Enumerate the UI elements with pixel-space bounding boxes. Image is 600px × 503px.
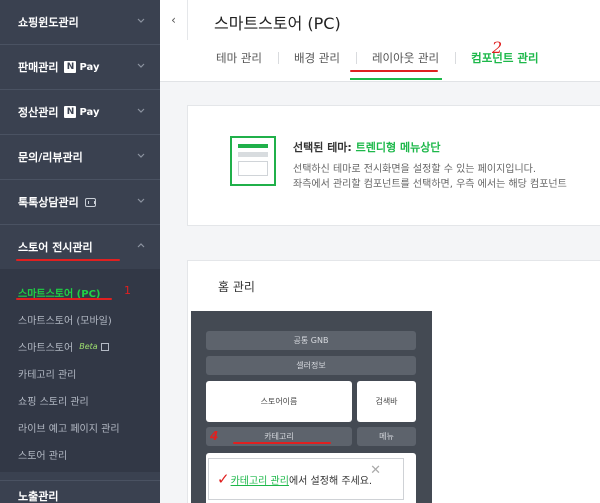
submenu-item-smartstore-beta[interactable]: 스마트스토어 Beta	[0, 333, 160, 360]
category-manage-link[interactable]: 카테고리 관리	[231, 472, 289, 487]
beta-badge: Beta	[79, 342, 98, 351]
selected-theme-card: 선택된 테마: 트렌디형 메뉴상단 선택하신 테마로 전시화면을 설정할 수 있…	[187, 105, 600, 226]
chevron-down-icon	[137, 153, 145, 158]
sidebar-item-label: 문의/리뷰관리	[18, 151, 83, 164]
component-seller-info[interactable]: 셀러정보	[206, 356, 416, 375]
chevron-down-icon	[137, 198, 145, 203]
sidebar-item-exposure[interactable]: 노출관리	[0, 480, 160, 503]
annotation-number: 1	[124, 284, 131, 297]
collapse-sidebar-button[interactable]: ‹	[160, 0, 188, 40]
sidebar-item-shopping-window[interactable]: 쇼핑윈도관리	[0, 0, 160, 45]
sidebar-item-label: 정산관리	[18, 106, 59, 119]
sidebar-item-label: 쇼핑윈도관리	[18, 16, 79, 29]
active-tab-indicator	[350, 78, 442, 80]
npay-n-icon: N	[64, 61, 77, 73]
component-gnb[interactable]: 공통 GNB	[206, 331, 416, 350]
check-mark-icon: ✓	[217, 470, 230, 488]
annotation-number: 4	[210, 429, 219, 443]
submenu-item-smartstore-mobile[interactable]: 스마트스토어 (모바일)	[0, 306, 160, 333]
sidebar-item-sales[interactable]: 판매관리 N Pay	[0, 45, 160, 90]
sidebar-item-settlement[interactable]: 정산관리 N Pay	[0, 90, 160, 135]
home-manage-card: 홈 관리 공통 GNB 셀러정보 스토어이름 검색바 카테고리 메뉴 4 ✓ 카…	[187, 260, 600, 503]
submenu-item-live-preview[interactable]: 라이브 예고 페이지 관리	[0, 414, 160, 441]
sidebar-item-talktalk[interactable]: 톡톡상담관리	[0, 180, 160, 225]
submenu-item-smartstore-pc[interactable]: 스마트스토어 (PC)	[0, 279, 160, 306]
annotation-number: 2	[492, 38, 503, 57]
submenu-item-store-manage[interactable]: 스토어 관리	[0, 441, 160, 468]
tab-component[interactable]: 컴포넌트 관리	[455, 50, 554, 66]
section-title: 홈 관리	[218, 280, 255, 294]
submenu-item-category[interactable]: 카테고리 관리	[0, 360, 160, 387]
annotation-underline	[233, 442, 331, 444]
theme-name: 트렌디형 메뉴상단	[355, 141, 441, 154]
sidebar-item-label: 톡톡상담관리	[18, 196, 79, 209]
npay-badge: N Pay	[64, 61, 100, 73]
category-tooltip: ✓ 카테고리 관리 에서 설정해 주세요. ✕	[208, 458, 404, 500]
npay-badge: N Pay	[64, 106, 100, 118]
page-title: 스마트스토어 (PC)	[214, 14, 341, 33]
component-store-name[interactable]: 스토어이름	[206, 381, 352, 422]
tab-theme[interactable]: 테마 관리	[200, 50, 278, 66]
layout-preview: 공통 GNB 셀러정보 스토어이름 검색바 카테고리 메뉴 4 ✓ 카테고리 관…	[191, 311, 432, 503]
component-search-bar[interactable]: 검색바	[357, 381, 416, 422]
selected-theme-label: 선택된 테마: 트렌디형 메뉴상단	[293, 141, 441, 154]
chevron-down-icon	[137, 108, 145, 113]
sidebar-item-label: 판매관리	[18, 61, 59, 74]
sidebar-item-inquiry-review[interactable]: 문의/리뷰관리	[0, 135, 160, 180]
theme-description: 선택하신 테마로 전시화면을 설정할 수 있는 페이지입니다. 좌측에서 관리할…	[293, 164, 567, 190]
chevron-up-icon	[137, 243, 145, 248]
close-icon[interactable]: ✕	[370, 463, 381, 478]
submenu-item-shopping-story[interactable]: 쇼핑 스토리 관리	[0, 387, 160, 414]
annotation-underline	[16, 259, 120, 261]
annotation-underline	[16, 298, 112, 300]
chevron-down-icon	[137, 18, 145, 23]
sidebar: 쇼핑윈도관리 판매관리 N Pay 정산관리 N Pay 문의/리뷰관리 톡톡상담관…	[0, 0, 160, 503]
tab-layout[interactable]: 레이아웃 관리	[355, 50, 455, 66]
chevron-down-icon	[137, 63, 145, 68]
chevron-left-icon: ‹	[171, 13, 176, 27]
sidebar-item-store-display[interactable]: 스토어 전시관리	[0, 225, 160, 269]
sidebar-item-label: 스토어 전시관리	[18, 241, 93, 254]
theme-thumbnail-icon	[230, 136, 276, 186]
chat-icon	[84, 197, 96, 207]
component-menu[interactable]: 메뉴	[357, 427, 416, 446]
tab-background[interactable]: 배경 관리	[277, 50, 356, 66]
npay-n-icon: N	[64, 106, 77, 118]
annotation-underline	[350, 70, 438, 72]
external-link-icon	[100, 342, 109, 351]
